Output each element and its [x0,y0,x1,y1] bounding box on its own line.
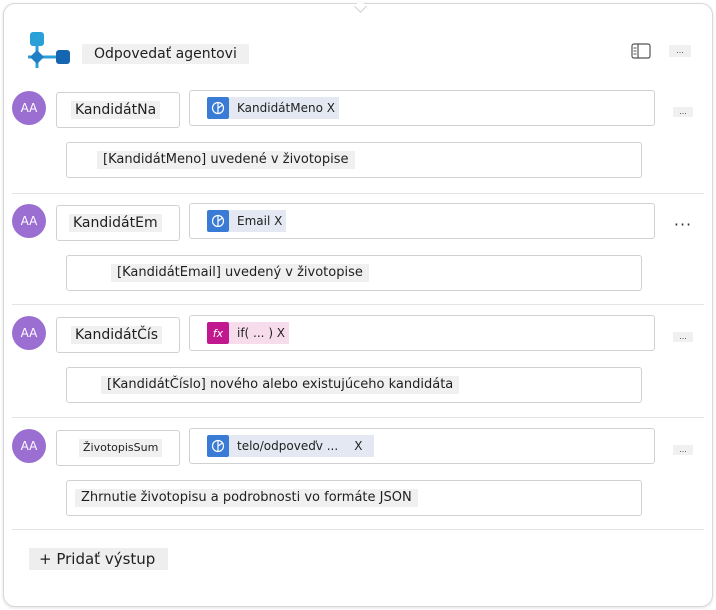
output-description-field[interactable]: Zhrnutie životopisu a podrobnosti vo for… [66,480,642,516]
output-name-value: KandidátČís [71,326,163,344]
row-more-button[interactable]: ... [673,445,693,455]
value-chip-remove[interactable]: X [352,435,375,457]
value-chip-label: KandidátMeno X [229,97,339,119]
output-name-field[interactable]: KandidátEm [56,205,180,241]
value-chip[interactable]: fx if( ... ) X [207,322,290,344]
output-name-value: KandidátEm [69,214,162,232]
output-name-field[interactable]: ŽivotopisSum [56,430,180,466]
avatar: AA [12,429,46,463]
output-value-field[interactable]: KandidátMeno X [189,90,655,126]
row-divider [12,304,704,305]
output-value-field[interactable]: Email X [189,203,655,239]
output-name-field[interactable]: KandidátNa [56,92,180,128]
output-row: AA KandidátEm Email X ··· [KandidátEmail… [12,203,704,315]
row-more-button[interactable]: ... [673,107,693,117]
avatar: AA [12,91,46,125]
output-description-value: [KandidátČíslo] nového alebo existujúceh… [101,376,460,394]
output-name-field[interactable]: KandidátČís [56,317,180,353]
row-more-button[interactable]: ... [673,332,693,342]
value-chip[interactable]: Email X [207,210,287,232]
add-output-button[interactable]: + Pridať výstup [29,548,169,570]
row-divider [12,529,704,530]
output-row: AA KandidátČís fx if( ... ) X ... [Kandi… [12,315,704,427]
output-description-field[interactable]: [KandidátEmail] uvedený v životopise [66,255,642,291]
fx-formula-icon: fx [207,322,229,344]
output-description-value: Zhrnutie životopisu a podrobnosti vo for… [75,489,418,507]
output-row: AA ŽivotopisSum telo/odpoveďv ... X ... … [12,428,704,540]
output-name-value: KandidátNa [71,101,161,119]
row-divider [12,417,704,418]
avatar: AA [12,204,46,238]
flow-node-icon [28,32,70,68]
data-variable-icon [207,435,229,457]
data-variable-icon [207,97,229,119]
data-variable-icon [207,210,229,232]
output-description-value: [KandidátMeno] uvedené v životopise [97,151,355,169]
output-row: AA KandidátNa KandidátMeno X ... [Kandid… [12,90,704,202]
output-value-field[interactable]: telo/odpoveďv ... X [189,428,655,464]
output-description-field[interactable]: [KandidátMeno] uvedené v životopise [66,142,642,178]
side-panel-icon[interactable] [631,43,651,59]
value-chip-label: telo/odpoveďv ... [229,435,353,457]
value-chip[interactable]: KandidátMeno X [207,97,339,119]
value-chip-label: if( ... ) X [229,322,290,344]
output-name-value: ŽivotopisSum [79,439,163,457]
output-value-field[interactable]: fx if( ... ) X [189,315,655,351]
value-chip[interactable]: telo/odpoveďv ... X [207,435,375,457]
output-description-value: [KandidátEmail] uvedený v životopise [111,264,369,282]
value-chip-label: Email X [229,210,287,232]
avatar: AA [12,316,46,350]
node-title: Odpovedať agentovi [82,44,249,64]
row-divider [12,193,704,194]
connector-notch [354,0,367,13]
row-more-button[interactable]: ··· [673,217,693,233]
output-description-field[interactable]: [KandidátČíslo] nového alebo existujúceh… [66,367,642,403]
node-more-button[interactable]: ... [669,45,691,57]
